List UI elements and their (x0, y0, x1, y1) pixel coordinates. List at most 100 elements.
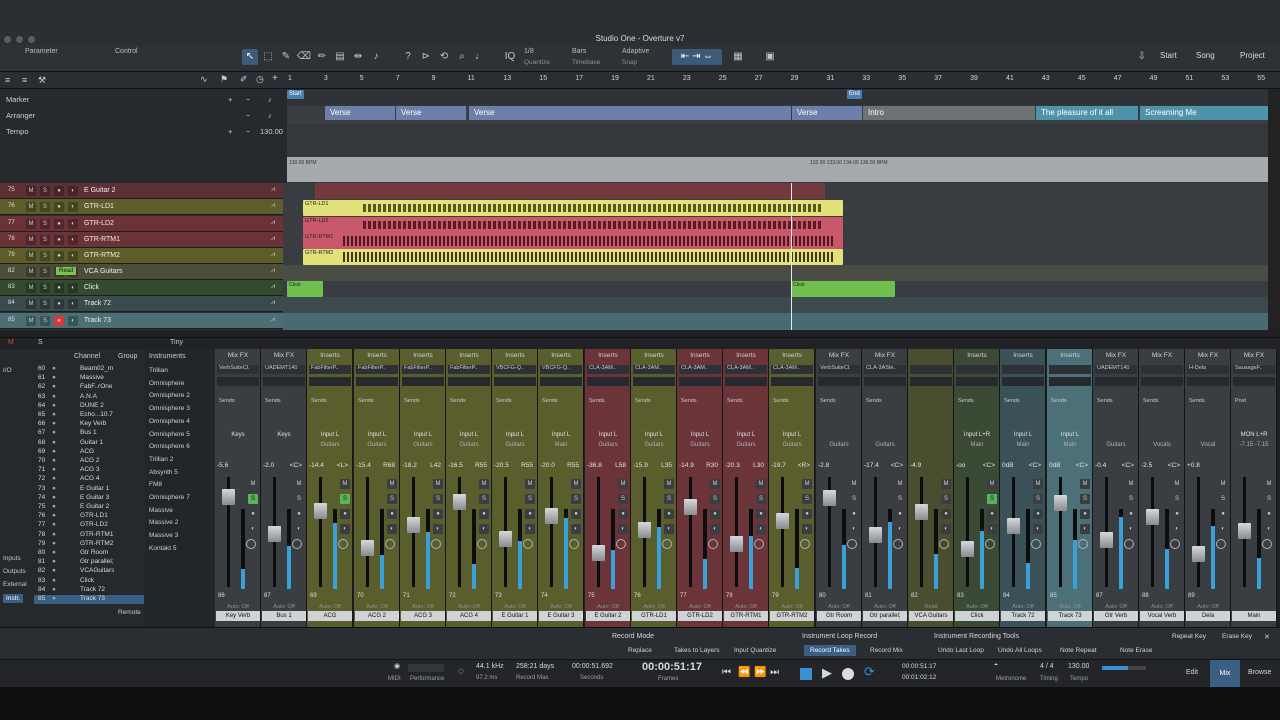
record-arm-icon[interactable]: ● (433, 509, 443, 519)
tempo-track-header[interactable]: Tempo + − 130.00 (0, 123, 287, 139)
zoom-tool-icon[interactable]: ⌕ (454, 49, 470, 65)
mute-button[interactable]: M (294, 479, 304, 489)
instrument-item[interactable]: Massive 3 (149, 532, 178, 539)
channel-list-item[interactable]: 69 ● ACG (34, 448, 144, 457)
fader-handle[interactable] (684, 499, 697, 515)
output-selector[interactable]: Guitars (862, 442, 908, 448)
record-arm-icon[interactable]: ● (1080, 509, 1090, 519)
input-selector[interactable]: Input L (400, 432, 446, 438)
channel-list-item[interactable]: 67 ● Bus 1 (34, 429, 144, 438)
visible-icon[interactable]: ● (52, 374, 56, 381)
strip-header[interactable]: Mix FX (215, 352, 261, 359)
mute-button[interactable]: M (802, 479, 812, 489)
track-size-label[interactable]: Tiny (170, 339, 183, 346)
clip-gtr-rtm2[interactable]: GTR-RTM2 (303, 249, 843, 265)
volume-readout[interactable]: -0.4 (1095, 462, 1106, 469)
insert-slot[interactable]: FabFilterP.. (356, 365, 398, 374)
nav-song[interactable]: Song (1196, 51, 1215, 60)
fader-handle[interactable] (1054, 495, 1067, 511)
input-selector[interactable]: Input L (677, 432, 723, 438)
visible-icon[interactable]: ● (52, 567, 56, 574)
fader-handle[interactable] (499, 531, 512, 547)
automation-icon[interactable]: ⩘ (271, 299, 275, 307)
remote-button[interactable]: Remote (118, 609, 141, 616)
timing-value[interactable]: 4 / 4 (1040, 663, 1054, 670)
volume-readout[interactable]: -20.0 (540, 462, 555, 469)
insert-slot[interactable] (1002, 365, 1044, 374)
input-selector[interactable]: Input L (769, 432, 815, 438)
visible-icon[interactable]: ● (52, 448, 56, 455)
visible-icon[interactable]: ● (52, 586, 56, 593)
strip-header[interactable]: Inserts (492, 352, 538, 359)
automation-mode[interactable]: Auto: Off (446, 604, 492, 610)
automation-icon[interactable]: ⩘ (271, 202, 275, 210)
record-arm-icon[interactable]: ● (294, 509, 304, 519)
volume-readout[interactable]: -14.9 (679, 462, 694, 469)
wrench-icon[interactable]: ⚒ (38, 75, 46, 86)
remove-icon[interactable]: − (246, 111, 250, 120)
volume-readout[interactable]: -2.5 (1141, 462, 1152, 469)
sends-label[interactable]: Sends (217, 398, 259, 407)
pan-knob-icon[interactable] (662, 539, 672, 549)
instrument-item[interactable]: Massive 2 (149, 519, 178, 526)
insert-slot[interactable]: CLA-3AM.. (587, 365, 629, 374)
insert-slot[interactable]: CLA-3AM.. (725, 365, 767, 374)
instrument-item[interactable]: Trillian (149, 367, 168, 374)
track-name[interactable]: Track 72 (84, 300, 111, 307)
strip-header[interactable]: Mix FX (1185, 352, 1231, 359)
channel-list-item[interactable]: 76 ● GTR-LD1 (34, 512, 144, 521)
input-selector[interactable]: Keys (261, 432, 307, 438)
track-header[interactable]: 83 M S ● ◐ Click ⩘ (0, 280, 283, 296)
track-name[interactable]: GTR-LD2 (84, 220, 114, 227)
vertical-scrollbar[interactable] (1268, 89, 1280, 330)
solo-button[interactable]: S (710, 494, 720, 504)
pan-knob-icon[interactable] (985, 539, 995, 549)
volume-readout[interactable]: -oo (956, 462, 965, 469)
monitor-icon[interactable]: ◐ (248, 524, 258, 534)
visible-icon[interactable]: ● (52, 503, 56, 510)
volume-readout[interactable]: -14.4 (309, 462, 324, 469)
pan-readout[interactable]: R55 (521, 462, 533, 469)
track-header[interactable]: 82 M S ● ◐ VCA Guitars ⩘Read (0, 264, 283, 280)
track-header[interactable]: 78 M S ● ◐ GTR-RTM1 ⩘ (0, 232, 283, 248)
track-name[interactable]: E Guitar 2 (84, 187, 116, 194)
channel-list-item[interactable]: 83 ● Click (34, 577, 144, 586)
start-marker[interactable]: Start (287, 90, 304, 99)
iq-icon[interactable]: IQ (502, 49, 518, 65)
record-arm-icon[interactable]: ● (54, 251, 64, 261)
mute-button[interactable]: M (1126, 479, 1136, 489)
input-selector[interactable]: Input L (354, 432, 400, 438)
channel-list-item[interactable]: 68 ● Guitar 1 (34, 439, 144, 448)
strip-header[interactable]: Mix FX (1093, 352, 1139, 359)
record-arm-icon[interactable]: ● (54, 299, 64, 309)
flag-icon[interactable]: ⚑ (220, 74, 228, 85)
volume-readout[interactable]: -15.9 (633, 462, 648, 469)
channel-list-item[interactable]: 61 ● Massive (34, 374, 144, 383)
mute-button[interactable]: M (1033, 479, 1043, 489)
record-arm-icon[interactable]: ● (710, 509, 720, 519)
solo-button[interactable]: S (849, 494, 859, 504)
mute-button[interactable]: M (664, 479, 674, 489)
strip-header[interactable]: Inserts (585, 352, 631, 359)
record-arm-icon[interactable]: ● (1218, 509, 1228, 519)
output-selector[interactable]: Guitars (1093, 442, 1139, 448)
pan-knob-icon[interactable] (893, 539, 903, 549)
insert-slot-empty[interactable] (309, 377, 351, 386)
mute-button[interactable]: M (26, 316, 36, 326)
visible-icon[interactable]: ● (52, 402, 56, 409)
monitor-icon[interactable]: ◐ (802, 524, 812, 534)
monitor-icon[interactable]: ◐ (664, 524, 674, 534)
track-header[interactable]: 79 M S ● ◐ GTR-RTM2 ⩘ (0, 248, 283, 264)
input-selector[interactable]: Input L (1047, 432, 1093, 438)
track-header[interactable]: 75 M S ● ◐ E Guitar 2 ⩘ (0, 183, 283, 199)
record-arm-icon[interactable]: ● (895, 509, 905, 519)
output-selector[interactable]: Vocal (1185, 442, 1231, 448)
volume-readout[interactable]: -20.3 (725, 462, 740, 469)
arranger-section[interactable]: Intro (863, 106, 1035, 120)
record-arm-icon[interactable]: ● (387, 509, 397, 519)
channel-list-item[interactable]: 74 ● E Guitar 3 (34, 494, 144, 503)
output-selector[interactable]: Main (1047, 442, 1093, 448)
automation-mode[interactable]: Auto: Off (215, 604, 261, 610)
insert-slot[interactable]: UADEMT140 (263, 365, 305, 374)
channel-list-item[interactable]: 75 ● E Guitar 2 (34, 503, 144, 512)
